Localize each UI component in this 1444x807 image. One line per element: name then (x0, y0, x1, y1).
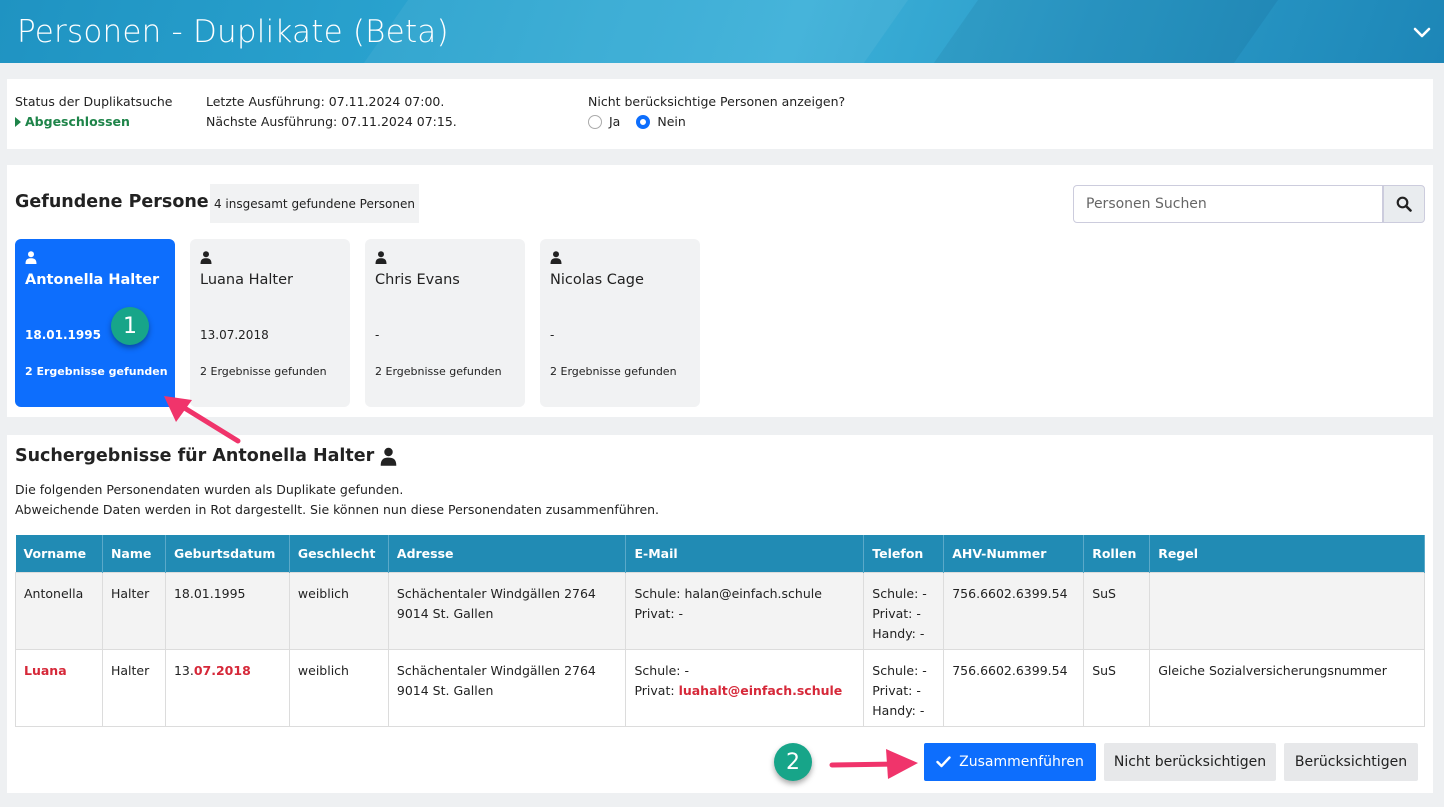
card-date: - (550, 328, 555, 342)
card-results: 2 Ergebnisse gefunden (375, 365, 502, 378)
radio-yes-circle[interactable] (588, 114, 602, 129)
check-icon (936, 756, 951, 768)
page-header: Personen - Duplikate (Beta) (0, 0, 1444, 63)
cell-name: Halter (101, 648, 166, 727)
col-geschlecht[interactable]: Geschlecht (289, 535, 389, 572)
status-value: Abgeschlossen (15, 114, 130, 129)
col-vorname[interactable]: Vorname (15, 535, 103, 572)
cell-geburtsdatum: 18.01.1995 (164, 571, 290, 650)
results-description: Die folgenden Personendaten wurden als D… (15, 482, 404, 497)
search-button[interactable] (1383, 185, 1425, 223)
status-label: Status der Duplikatsuche (15, 94, 173, 109)
caret-right-icon (15, 116, 21, 127)
results-description-diff-hint: Abweichende Daten werden in Rot dargeste… (15, 502, 660, 517)
person-icon (375, 251, 387, 264)
person-icon (550, 251, 562, 264)
status-panel: Status der Duplikatsuche Abgeschlossen L… (7, 79, 1433, 149)
cell-adresse: Schächentaler Windgällen 2764 9014 St. G… (387, 571, 627, 650)
col-regel[interactable]: Regel (1149, 535, 1425, 572)
ignore-button[interactable]: Nicht berücksichtigen (1104, 743, 1276, 781)
card-results: 2 Ergebnisse gefunden (200, 365, 327, 378)
cell-telefon: Schule: - Privat: - Handy: - (863, 571, 945, 650)
table-row[interactable]: Luana Halter 13.07.2018 weiblich Schäche… (15, 648, 1425, 727)
col-rollen[interactable]: Rollen (1083, 535, 1151, 572)
card-name: Luana Halter (200, 272, 293, 288)
found-count-badge: 4 insgesamt gefundene Personen (210, 184, 419, 223)
merge-button[interactable]: Zusammenführen (924, 743, 1096, 781)
show-ignored-radio-group: Ja Nein (588, 114, 686, 129)
table-header-row: Vorname Name Geburtsdatum Geschlecht Adr… (15, 535, 1425, 572)
cell-email: Schule: - Privat: luahalt@einfach.schule (625, 648, 865, 727)
card-date: 13.07.2018 (200, 328, 269, 342)
annotation-arrow-icon (164, 396, 241, 444)
person-icon (25, 251, 37, 264)
person-card-chris-evans[interactable]: Chris Evans - 2 Ergebnisse gefunden (365, 239, 525, 407)
cell-rollen: SuS (1083, 648, 1151, 727)
col-email[interactable]: E-Mail (625, 535, 865, 572)
cell-regel: Gleiche Sozialversicherungsnummer (1149, 648, 1425, 727)
person-card-antonella-halter[interactable]: Antonella Halter 18.01.1995 2 Ergebnisse… (15, 239, 175, 407)
found-persons-panel: Gefundene Personen 4 insgesamt gefundene… (7, 165, 1433, 417)
card-name: Chris Evans (375, 272, 460, 288)
results-title: Suchergebnisse für Antonella Halter (15, 446, 397, 466)
person-card-nicolas-cage[interactable]: Nicolas Cage - 2 Ergebnisse gefunden (540, 239, 700, 407)
search-icon (1396, 196, 1412, 212)
card-date: - (375, 328, 380, 342)
show-ignored-question: Nicht berücksichtige Personen anzeigen? (588, 94, 846, 109)
annotation-arrow-icon (829, 749, 918, 779)
cell-telefon: Schule: - Privat: - Handy: - (863, 648, 945, 727)
col-name[interactable]: Name (102, 535, 166, 572)
cell-ahv: 756.6602.6399.54 (943, 648, 1085, 727)
last-run: Letzte Ausführung: 07.11.2024 07:00. (206, 94, 445, 109)
radio-no-circle[interactable] (636, 114, 651, 129)
cell-regel (1149, 571, 1425, 650)
card-name: Nicolas Cage (550, 272, 644, 288)
cell-rollen: SuS (1083, 571, 1151, 650)
annotation-badge-2: 2 (774, 743, 812, 781)
cell-geschlecht: weiblich (288, 571, 389, 650)
col-adresse[interactable]: Adresse (388, 535, 627, 572)
page-title: Personen - Duplikate (Beta) (17, 14, 449, 50)
person-search-input[interactable] (1073, 185, 1383, 223)
radio-no[interactable]: Nein (636, 114, 686, 129)
cell-vorname: Luana (15, 648, 103, 727)
annotation-badge-1: 1 (111, 307, 149, 345)
chevron-down-icon[interactable] (1412, 22, 1432, 42)
cell-name: Halter (101, 571, 166, 650)
search-results-panel: Suchergebnisse für Antonella Halter Die … (7, 435, 1433, 793)
consider-button[interactable]: Berücksichtigen (1284, 743, 1418, 781)
person-icon (200, 251, 212, 264)
table-row[interactable]: Antonella Halter 18.01.1995 weiblich Sch… (15, 571, 1425, 650)
card-results: 2 Ergebnisse gefunden (25, 365, 168, 378)
cell-geburtsdatum: 13.07.2018 (164, 648, 290, 727)
card-date: 18.01.1995 (25, 328, 101, 342)
col-geburtsdatum[interactable]: Geburtsdatum (165, 535, 290, 572)
cell-geschlecht: weiblich (288, 648, 389, 727)
col-telefon[interactable]: Telefon (863, 535, 945, 572)
col-ahv-nummer[interactable]: AHV-Nummer (943, 535, 1085, 572)
cell-adresse: Schächentaler Windgällen 2764 9014 St. G… (387, 648, 627, 727)
next-run: Nächste Ausführung: 07.11.2024 07:15. (206, 114, 457, 129)
found-persons-title: Gefundene Personen (15, 192, 222, 212)
radio-yes[interactable]: Ja (588, 114, 620, 129)
cell-vorname: Antonella (15, 571, 103, 650)
person-icon (381, 447, 397, 466)
card-results: 2 Ergebnisse gefunden (550, 365, 677, 378)
person-card-luana-halter[interactable]: Luana Halter 13.07.2018 2 Ergebnisse gef… (190, 239, 350, 407)
duplicates-table: Vorname Name Geburtsdatum Geschlecht Adr… (15, 535, 1425, 727)
card-name: Antonella Halter (25, 272, 160, 288)
cell-email: Schule: halan@einfach.schule Privat: - (625, 571, 865, 650)
cell-ahv: 756.6602.6399.54 (943, 571, 1085, 650)
